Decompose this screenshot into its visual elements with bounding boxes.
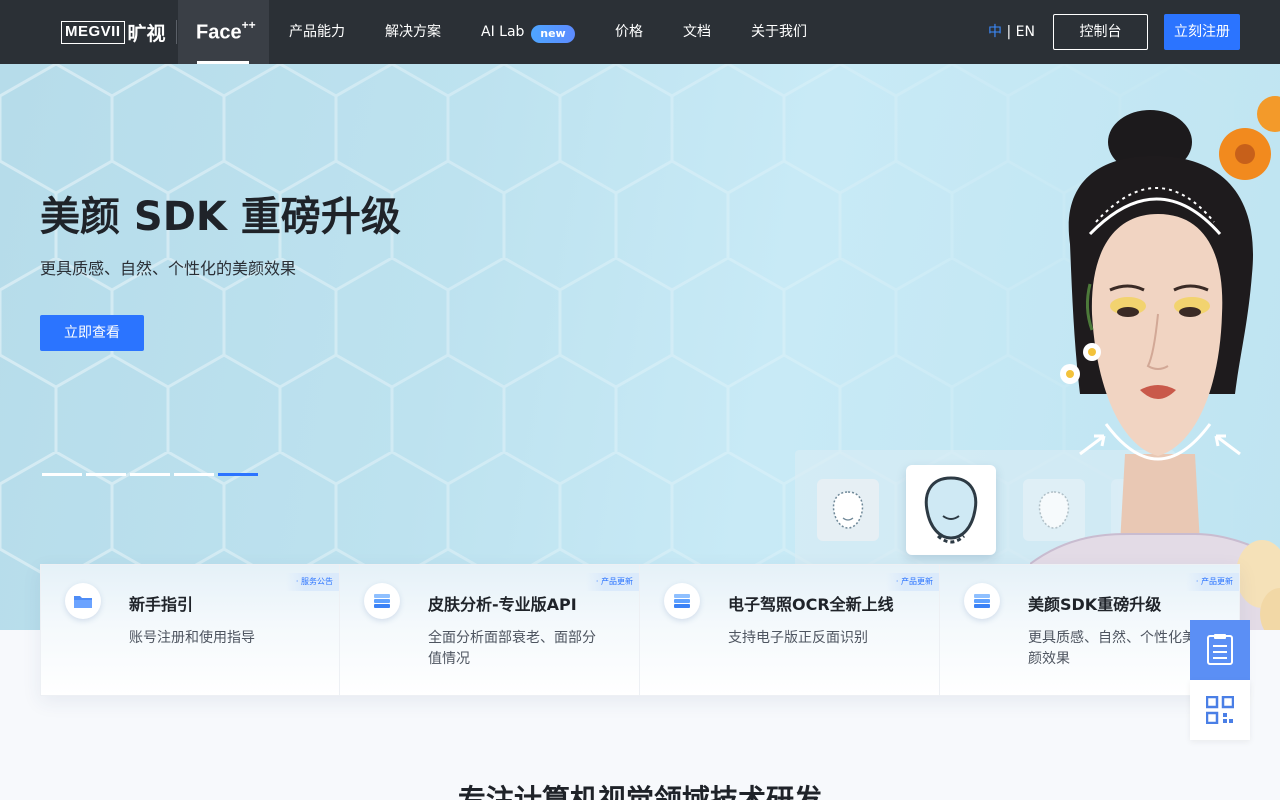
card-description: 支持电子版正反面识别 [728, 630, 868, 646]
face-shape-thumb-2-selected [906, 465, 996, 555]
carousel-dot-1[interactable] [42, 473, 82, 476]
card-title: 美颜SDK重磅升级 [1028, 595, 1162, 614]
lang-en[interactable]: EN [1016, 24, 1035, 40]
nav-link-ai-lab[interactable]: AI Lab [481, 24, 524, 41]
card-tag: · 产品更新 [885, 573, 939, 591]
document-icon [1207, 634, 1233, 665]
card-description: 更具质感、自然、个性化美颜效果 [1028, 630, 1196, 667]
card-tag: · 产品更新 [585, 573, 639, 591]
face-outline-icon [832, 491, 864, 529]
face-shape-thumb-1 [817, 479, 879, 541]
announcement-cards: · 服务公告 新手指引 账号注册和使用指导 · 产品更新 皮肤分析-专业版API… [40, 564, 1240, 696]
card-tag: · 产品更新 [1185, 573, 1239, 591]
section-title: 专注计算机视觉领域技术研发 [457, 783, 822, 800]
stack-icon [664, 583, 700, 619]
nav-link-about[interactable]: 关于我们 [751, 24, 807, 41]
carousel-indicators [42, 473, 258, 476]
card-title: 皮肤分析-专业版API [428, 595, 577, 614]
floating-qrcode-button[interactable] [1190, 680, 1250, 740]
qrcode-icon [1206, 696, 1234, 724]
card-title: 电子驾照OCR全新上线 [728, 595, 894, 614]
nav-link-pricing[interactable]: 价格 [615, 24, 643, 41]
card-title: 新手指引 [129, 595, 194, 614]
announcement-card-2[interactable]: · 产品更新 皮肤分析-专业版API 全面分析面部衰老、面部分值情况 [340, 564, 640, 696]
stack-icon [364, 583, 400, 619]
console-button[interactable]: 控制台 [1053, 14, 1148, 50]
folder-icon [65, 583, 101, 619]
model-portrait-image [1030, 96, 1280, 630]
faceplusplus-logo[interactable]: Face++ [196, 18, 256, 45]
hero-banner: 美颜 SDK 重磅升级 更具质感、自然、个性化的美颜效果 立即查看 [0, 64, 1280, 630]
new-badge: new [531, 25, 575, 43]
card-description: 账号注册和使用指导 [129, 630, 255, 646]
nav-link-docs[interactable]: 文档 [683, 24, 711, 41]
carousel-dot-2[interactable] [86, 473, 126, 476]
signup-button[interactable]: 立刻注册 [1164, 14, 1240, 50]
lang-cn[interactable]: 中 [988, 24, 1002, 40]
carousel-dot-5[interactable] [218, 473, 258, 476]
announcement-card-1[interactable]: · 服务公告 新手指引 账号注册和使用指导 [40, 564, 340, 696]
card-description: 全面分析面部衰老、面部分值情况 [428, 630, 596, 667]
nav-divider [176, 20, 177, 44]
carousel-dot-3[interactable] [130, 473, 170, 476]
announcement-card-3[interactable]: · 产品更新 电子驾照OCR全新上线 支持电子版正反面识别 [640, 564, 940, 696]
nav-link-solutions[interactable]: 解决方案 [385, 24, 441, 41]
stack-icon [964, 583, 1000, 619]
top-nav: MEGVII 旷视 Face++ 产品能力 解决方案 AI Lab new 价格… [0, 0, 1280, 64]
lang-separator: | [1002, 24, 1016, 40]
hero-title: 美颜 SDK 重磅升级 [40, 194, 401, 240]
brand-latin: MEGVII [61, 20, 125, 44]
hero-subtitle: 更具质感、自然、个性化的美颜效果 [40, 259, 297, 278]
brand-cn: 旷视 [127, 22, 166, 45]
nav-link-products[interactable]: 产品能力 [289, 24, 345, 41]
megvii-logo[interactable]: MEGVII 旷视 [61, 20, 166, 45]
face-outline-icon [924, 476, 978, 544]
floating-docs-button[interactable] [1190, 620, 1250, 680]
card-tag: · 服务公告 [285, 573, 339, 591]
carousel-dot-4[interactable] [174, 473, 214, 476]
hero-view-button[interactable]: 立即查看 [40, 315, 144, 351]
language-switcher: 中 | EN [988, 24, 1035, 41]
